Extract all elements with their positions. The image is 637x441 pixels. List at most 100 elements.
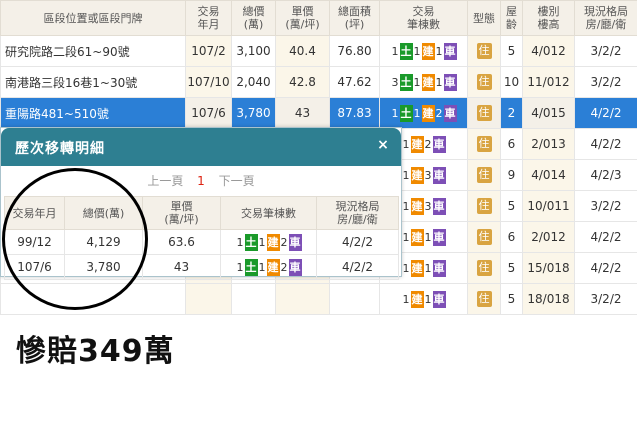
layout-cell: 4/2/3	[574, 159, 637, 191]
dialog-header: 歷次移轉明細 ×	[1, 128, 401, 166]
detail-layout-cell: 4/2/2	[316, 229, 399, 255]
car-chip: 車	[432, 259, 446, 277]
table-row[interactable]: 研究院路二段61~90號 107/2 3,100 40.4 76.80 1 土 1 建 1 車住 5 4…	[0, 35, 637, 67]
car-chip: 車	[432, 197, 446, 215]
column-header[interactable]: 型態	[467, 0, 501, 36]
age-cell: 5	[500, 283, 523, 315]
unit-price-cell: 43	[275, 97, 330, 129]
tx-count: 1	[258, 235, 266, 249]
car-chip: 車	[432, 290, 446, 308]
table-row[interactable]: 南港路三段16巷1~30號 107/10 2,040 42.8 47.62 3 土 1 建 1 車住…	[0, 66, 637, 98]
building-chip: 建	[266, 258, 280, 276]
type-cell: 住	[467, 190, 501, 222]
layout-cell: 3/2/2	[574, 66, 637, 98]
tx-count: 2	[280, 235, 288, 249]
age-cell: 5	[500, 190, 523, 222]
caption-text: 慘賠349萬	[16, 334, 175, 369]
unit-price-cell	[275, 283, 330, 315]
column-header[interactable]: 現況格局 房/廳/衛	[574, 0, 637, 36]
tx-count: 1	[413, 75, 421, 89]
area-cell: 76.80	[329, 35, 380, 67]
car-chip: 車	[288, 258, 302, 276]
age-cell: 6	[500, 221, 523, 253]
car-chip: 車	[432, 166, 446, 184]
land-chip: 土	[244, 258, 258, 276]
column-header[interactable]: 總面積 (坪)	[329, 0, 380, 36]
residential-badge: 住	[476, 291, 492, 307]
column-header[interactable]: 總價 (萬)	[231, 0, 276, 36]
residential-badge: 住	[476, 229, 492, 245]
current-page: 1	[197, 174, 205, 188]
building-chip: 建	[410, 290, 424, 308]
floor-cell: 2/013	[522, 128, 575, 160]
floor-cell: 11/012	[522, 66, 575, 98]
column-header[interactable]: 交易 年月	[185, 0, 232, 36]
date-cell	[185, 283, 232, 315]
age-cell: 5	[500, 35, 523, 67]
tx-count: 3	[391, 75, 399, 89]
address-cell[interactable]: 重陽路481~510號	[0, 97, 186, 129]
tx-count: 1	[402, 292, 410, 306]
land-chip: 土	[244, 233, 258, 251]
total-price-cell	[231, 283, 276, 315]
tx-count: 1	[435, 75, 443, 89]
address-cell[interactable]: 南港路三段16巷1~30號	[0, 66, 186, 98]
next-page-link[interactable]: 下一頁	[219, 174, 255, 188]
column-header[interactable]: 樓別 樓高	[522, 0, 575, 36]
layout-cell: 4/2/2	[574, 97, 637, 129]
column-header[interactable]: 交易 筆棟數	[379, 0, 468, 36]
close-icon[interactable]: ×	[375, 137, 391, 153]
age-cell: 10	[500, 66, 523, 98]
land-chip: 土	[399, 42, 413, 60]
building-chip: 建	[410, 259, 424, 277]
residential-badge: 住	[476, 105, 492, 121]
car-chip: 車	[443, 104, 457, 122]
layout-cell: 3/2/2	[574, 35, 637, 67]
tx-count: 1	[435, 44, 443, 58]
date-cell: 107/10	[185, 66, 232, 98]
residential-badge: 住	[476, 136, 492, 152]
column-header[interactable]: 區段位置或區段門牌	[0, 0, 186, 36]
floor-cell: 18/018	[522, 283, 575, 315]
tx-count: 2	[435, 106, 443, 120]
tx-count: 1	[424, 292, 432, 306]
unit-price-cell: 40.4	[275, 35, 330, 67]
tx-count: 1	[402, 230, 410, 244]
prev-page-link[interactable]: 上一頁	[147, 174, 183, 188]
tx-count: 1	[391, 106, 399, 120]
building-chip: 建	[421, 104, 435, 122]
residential-badge: 住	[476, 43, 492, 59]
tx-count: 1	[402, 168, 410, 182]
type-cell: 住	[467, 159, 501, 191]
tx-count: 1	[391, 44, 399, 58]
detail-column-header: 現況格局 房/廳/衛	[316, 196, 399, 230]
building-chip: 建	[410, 228, 424, 246]
residential-badge: 住	[476, 74, 492, 90]
tx-count: 1	[424, 261, 432, 275]
tx-count: 1	[236, 235, 244, 249]
age-cell: 6	[500, 128, 523, 160]
building-chip: 建	[266, 233, 280, 251]
building-chip: 建	[421, 73, 435, 91]
column-header[interactable]: 屋 齡	[500, 0, 523, 36]
tx-count: 1	[258, 260, 266, 274]
tx-count-cell: 1土1建1車	[379, 35, 468, 67]
tx-count: 1	[236, 260, 244, 274]
age-cell: 5	[500, 252, 523, 284]
layout-cell: 4/2/2	[574, 252, 637, 284]
table-row[interactable]: 重陽路481~510號 107/6 3,780 43 87.83 1 土 1 建 2 車住 2 4/01…	[0, 97, 637, 129]
type-cell: 住	[467, 128, 501, 160]
tx-count: 1	[402, 261, 410, 275]
layout-cell: 3/2/2	[574, 190, 637, 222]
area-cell: 47.62	[329, 66, 380, 98]
building-chip: 建	[421, 42, 435, 60]
table-header-row: 區段位置或區段門牌 交易 年月 總價 (萬) 單價 (萬/坪) 總面積 (坪) 交易 筆棟…	[0, 0, 637, 36]
tx-count: 2	[424, 137, 432, 151]
column-header[interactable]: 單價 (萬/坪)	[275, 0, 330, 36]
detail-unit-cell: 43	[142, 254, 221, 280]
type-cell: 住	[467, 97, 501, 129]
tx-count-cell: 1建1車	[379, 283, 468, 315]
date-cell: 107/6	[185, 97, 232, 129]
address-cell[interactable]: 研究院路二段61~90號	[0, 35, 186, 67]
type-cell: 住	[467, 283, 501, 315]
